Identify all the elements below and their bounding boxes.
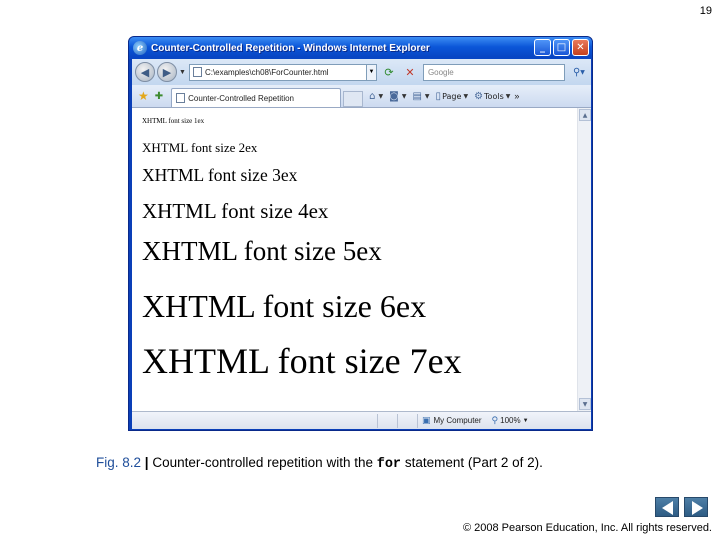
content-line: XHTML font size 5ex bbox=[142, 236, 382, 266]
close-button[interactable]: ✕ bbox=[572, 39, 589, 56]
tools-menu-label: Tools bbox=[484, 91, 504, 101]
zoom-label: 100% bbox=[500, 416, 521, 425]
page-icon bbox=[176, 93, 186, 103]
status-segment bbox=[378, 413, 398, 428]
security-zone[interactable]: ▣ My Computer bbox=[422, 416, 482, 426]
arrow-right-icon bbox=[692, 501, 703, 515]
new-tab-button[interactable] bbox=[343, 91, 364, 107]
content-line: XHTML font size 2ex bbox=[142, 140, 258, 155]
content-line: XHTML font size 1ex bbox=[142, 117, 205, 125]
tab-label: Counter-Controlled Repetition bbox=[188, 93, 294, 103]
caption-code: for bbox=[376, 457, 402, 472]
page-menu-button[interactable]: ▯ Page ▼ bbox=[436, 91, 469, 102]
caption-separator: | bbox=[144, 455, 149, 470]
gear-icon: ⚙ bbox=[474, 90, 484, 102]
window-title: Counter-Controlled Repetition - Windows … bbox=[151, 42, 430, 54]
address-bar: ◀ ▶ ▼ C:\examples\ch08\ForCounter.html ▼… bbox=[132, 59, 591, 85]
feeds-button[interactable]: ◙ ▼ bbox=[389, 91, 406, 102]
home-button[interactable]: ⌂ ▼ bbox=[369, 91, 383, 102]
previous-slide-button[interactable] bbox=[655, 497, 679, 517]
print-icon: ▤ bbox=[412, 90, 422, 102]
figure-caption: Fig. 8.2 | Counter-controlled repetition… bbox=[96, 455, 543, 472]
arrow-left-icon bbox=[662, 501, 673, 515]
maximize-button[interactable]: □ bbox=[553, 39, 570, 56]
next-slide-button[interactable] bbox=[684, 497, 708, 517]
ie-logo-icon: e bbox=[133, 41, 147, 55]
zoom-control[interactable]: ⚲ 100% ▼ bbox=[492, 416, 529, 426]
scroll-up-icon[interactable]: ▲ bbox=[579, 109, 591, 121]
window-controls: _ □ ✕ bbox=[534, 39, 589, 56]
page-content: XHTML font size 1ex XHTML font size 2ex XH… bbox=[132, 108, 577, 411]
search-placeholder: Google bbox=[427, 67, 454, 77]
computer-icon: ▣ bbox=[422, 415, 431, 426]
refresh-button[interactable]: ⟳ bbox=[380, 64, 398, 81]
browser-window: e Counter-Controlled Repetition - Window… bbox=[128, 36, 593, 431]
stop-button[interactable]: ✕ bbox=[401, 64, 419, 81]
address-dropdown[interactable]: ▼ bbox=[366, 63, 377, 81]
vertical-scrollbar[interactable]: ▲ ▼ bbox=[577, 108, 591, 411]
content-line: XHTML font size 3ex bbox=[142, 165, 298, 185]
title-bar: e Counter-Controlled Repetition - Window… bbox=[129, 37, 592, 59]
print-button[interactable]: ▤ ▼ bbox=[412, 91, 429, 102]
zoom-icon: ⚲ bbox=[491, 415, 499, 426]
search-button[interactable]: ⚲ ▼ bbox=[567, 64, 591, 81]
back-button[interactable]: ◀ bbox=[135, 62, 155, 82]
content-line: XHTML font size 7ex bbox=[142, 341, 462, 381]
status-text-segment bbox=[132, 413, 378, 428]
favorites-star-icon[interactable]: ★ bbox=[138, 89, 149, 103]
figure-label: Fig. 8.2 bbox=[96, 455, 142, 470]
tools-menu-button[interactable]: ⚙ Tools ▼ bbox=[474, 91, 510, 102]
minimize-button[interactable]: _ bbox=[534, 39, 551, 56]
feeds-icon: ◙ bbox=[389, 90, 399, 102]
address-text: C:\examples\ch08\ForCounter.html bbox=[204, 67, 329, 77]
forward-button[interactable]: ▶ bbox=[157, 62, 177, 82]
recent-pages-dropdown[interactable]: ▼ bbox=[179, 69, 186, 76]
status-segment bbox=[398, 413, 418, 428]
caption-text-before: Counter-controlled repetition with the bbox=[152, 455, 373, 470]
status-bar: ▣ My Computer ⚲ 100% ▼ bbox=[132, 411, 591, 429]
home-icon: ⌂ bbox=[369, 90, 376, 102]
search-icon: ⚲ bbox=[572, 66, 581, 78]
tab-active[interactable]: Counter-Controlled Repetition bbox=[171, 88, 342, 107]
slide-navigation bbox=[655, 497, 708, 517]
page-icon bbox=[192, 67, 202, 77]
scroll-down-icon[interactable]: ▼ bbox=[579, 398, 591, 410]
search-input[interactable]: Google bbox=[422, 63, 565, 81]
chevron-more-icon[interactable]: » bbox=[514, 91, 519, 101]
page-menu-label: Page bbox=[442, 91, 462, 101]
tab-bar: ★ ✚ Counter-Controlled Repetition ⌂ ▼ ◙ ▼ … bbox=[132, 85, 591, 108]
add-favorites-icon[interactable]: ✚ bbox=[155, 91, 163, 102]
content-line: XHTML font size 6ex bbox=[142, 288, 427, 324]
content-line: XHTML font size 4ex bbox=[142, 199, 329, 223]
caption-text-after: statement (Part 2 of 2). bbox=[404, 455, 543, 470]
copyright-notice: © 2008 Pearson Education, Inc. All right… bbox=[462, 522, 712, 534]
zone-label: My Computer bbox=[433, 416, 482, 425]
slide-number: 19 bbox=[699, 5, 712, 17]
address-input[interactable]: C:\examples\ch08\ForCounter.html bbox=[188, 63, 367, 81]
page-menu-icon: ▯ bbox=[435, 90, 442, 102]
